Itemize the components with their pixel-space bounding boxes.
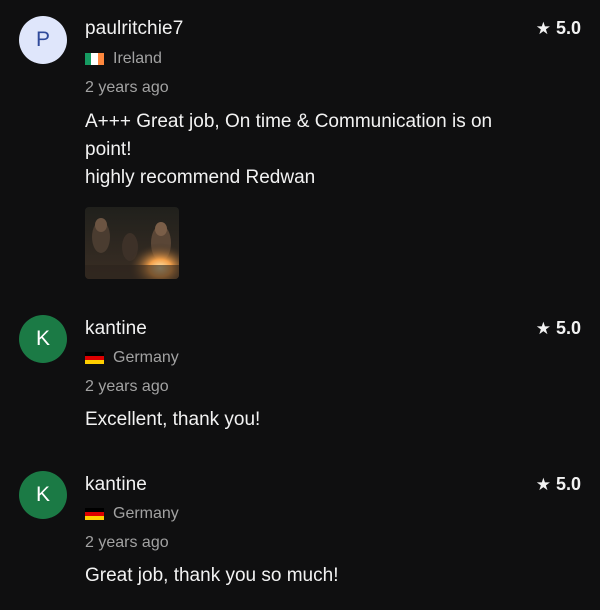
review-image-thumbnail[interactable] xyxy=(85,207,179,279)
reviewer-country: Ireland xyxy=(85,50,162,68)
reviewer-name[interactable]: paulritchie7 xyxy=(85,18,183,40)
review-text-line: point! xyxy=(85,139,132,160)
review-time: 2 years ago xyxy=(85,378,169,395)
star-icon: ★ xyxy=(535,318,551,338)
country-name: Germany xyxy=(113,505,179,522)
reviewer-country: Germany xyxy=(85,349,179,367)
country-name: Ireland xyxy=(113,50,162,67)
rating-value: 5.0 xyxy=(555,474,581,494)
germany-flag-icon xyxy=(85,352,104,364)
reviewer-name[interactable]: kantine xyxy=(85,474,147,496)
review-image xyxy=(85,207,179,279)
review-text-line: Great job, thank you so much! xyxy=(85,565,339,586)
reviewer-country: Germany xyxy=(85,505,179,523)
review-time: 2 years ago xyxy=(85,534,169,551)
review-text-line: Excellent, thank you! xyxy=(85,409,261,430)
review-text-line: A+++ Great job, On time & Communication … xyxy=(85,111,493,132)
star-icon: ★ xyxy=(535,18,551,38)
country-name: Germany xyxy=(113,349,179,366)
rating-value: 5.0 xyxy=(555,318,581,338)
rating: ★ 5.0 xyxy=(536,318,581,339)
avatar[interactable]: K xyxy=(19,315,67,363)
review-text: Great job, thank you so much! xyxy=(85,562,555,590)
germany-flag-icon xyxy=(85,508,104,520)
review-text-line: highly recommend Redwan xyxy=(85,167,316,188)
rating-value: 5.0 xyxy=(555,18,581,38)
reviewer-name[interactable]: kantine xyxy=(85,318,147,340)
rating: ★ 5.0 xyxy=(536,474,581,495)
rating: ★ 5.0 xyxy=(536,18,581,39)
review-time: 2 years ago xyxy=(85,79,169,96)
avatar[interactable]: K xyxy=(19,471,67,519)
ireland-flag-icon xyxy=(85,53,104,65)
review-text: A+++ Great job, On time & Communication … xyxy=(85,108,555,192)
star-icon: ★ xyxy=(535,474,551,494)
review-text: Excellent, thank you! xyxy=(85,406,555,434)
avatar[interactable]: P xyxy=(19,16,67,64)
